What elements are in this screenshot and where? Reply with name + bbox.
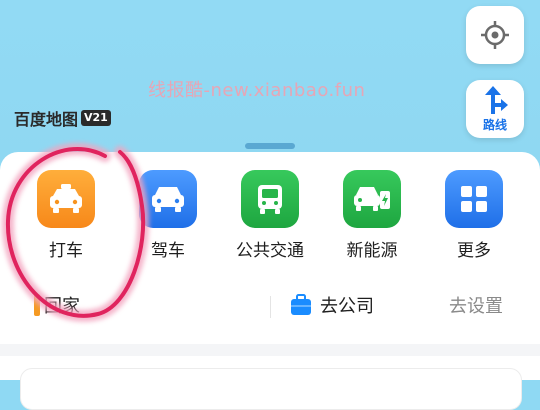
route-label: 路线 — [482, 118, 507, 132]
map-logo: 百度地图 V21 — [14, 106, 111, 130]
feature-taxi[interactable]: 打车 — [16, 170, 116, 261]
go-home-label: 回家 — [44, 296, 80, 317]
go-company-button[interactable]: 去公司 — [290, 292, 374, 318]
locate-button[interactable] — [466, 6, 524, 64]
go-company-label: 去公司 — [320, 296, 374, 317]
feature-drive-tile[interactable] — [139, 170, 197, 228]
feature-taxi-label: 打车 — [49, 241, 83, 261]
feature-more[interactable]: 更多 — [424, 170, 524, 261]
quick-divider — [270, 296, 271, 318]
next-card[interactable] — [20, 368, 522, 410]
route-button[interactable]: 路线 — [466, 80, 524, 138]
drag-handle[interactable] — [245, 143, 295, 149]
feature-drive-label: 驾车 — [151, 241, 185, 261]
section-separator — [0, 344, 540, 356]
bus-icon — [258, 185, 282, 214]
feature-transit-label: 公共交通 — [236, 241, 304, 261]
quick-row: 回家 去公司 去设置 — [0, 286, 540, 326]
map-logo-text: 百度地图 — [14, 110, 79, 129]
home-marker-icon — [34, 294, 40, 316]
feature-transit[interactable]: 公共交通 — [220, 170, 320, 261]
feature-more-tile[interactable] — [445, 170, 503, 228]
feature-more-label: 更多 — [457, 241, 491, 261]
feature-new-energy[interactable]: 新能源 — [322, 170, 422, 261]
go-home-button[interactable]: 回家 — [34, 292, 80, 318]
feature-transit-tile[interactable] — [241, 170, 299, 228]
watermark-text: 线报酷-new.xianbao.fun — [148, 80, 366, 101]
taxi-icon — [50, 184, 82, 213]
grid-icon — [461, 186, 487, 212]
feature-new-energy-tile[interactable] — [343, 170, 401, 228]
crosshair-icon — [481, 21, 509, 49]
go-settings-button[interactable]: 去设置 — [449, 292, 503, 318]
map-view[interactable]: 线报酷-new.xianbao.fun 百度地图 V21 路线 — [0, 0, 540, 160]
feature-drive[interactable]: 驾车 — [118, 170, 218, 261]
briefcase-icon — [291, 294, 311, 315]
bottom-panel: 打车 驾车 公共交通 新能源 更多 回家 去公司 去设置 — [0, 152, 540, 410]
car-icon — [152, 187, 184, 212]
route-arrow-icon — [485, 86, 508, 114]
feature-taxi-tile[interactable] — [37, 170, 95, 228]
map-version-badge: V21 — [81, 110, 111, 126]
feature-new-energy-label: 新能源 — [346, 241, 398, 261]
feature-row: 打车 驾车 公共交通 新能源 更多 — [0, 170, 540, 261]
ev-car-icon — [354, 187, 390, 211]
